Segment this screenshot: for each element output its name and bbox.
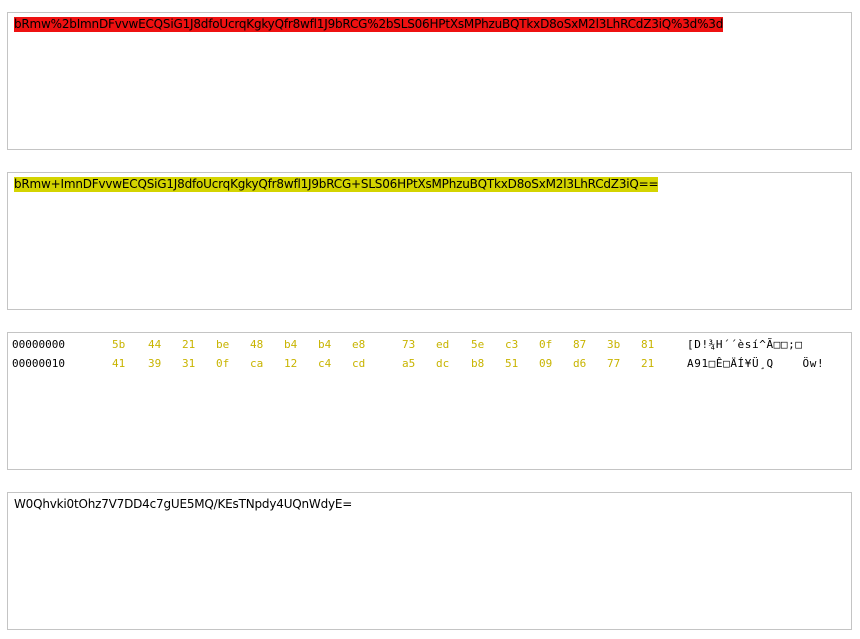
hex-byte: 87 xyxy=(573,338,587,351)
converter-page: bRmw%2bImnDFvvwECQSiG1J8dfoUcrqKgkyQfr8w… xyxy=(0,0,860,639)
hex-byte: 5b xyxy=(112,338,126,351)
hex-row: 00000010 A91□Ê□ÄÍ¥Ü¸Q Öw! 41 39 31 0f ca 12 c4… xyxy=(12,356,847,372)
hex-byte: ca xyxy=(250,357,264,370)
hex-byte: 5e xyxy=(471,338,485,351)
hex-byte: 44 xyxy=(148,338,162,351)
hex-byte: 09 xyxy=(539,357,553,370)
hex-byte: dc xyxy=(436,357,450,370)
hex-ascii: A91□Ê□ÄÍ¥Ü¸Q Öw! xyxy=(687,357,825,370)
hex-byte: 21 xyxy=(182,338,196,351)
hex-byte: 51 xyxy=(505,357,519,370)
hex-offset: 00000000 xyxy=(12,338,65,351)
hex-offset: 00000010 xyxy=(12,357,65,370)
hex-byte: cd xyxy=(352,357,366,370)
hex-byte: 73 xyxy=(402,338,416,351)
hex-byte: 48 xyxy=(250,338,264,351)
hex-byte: d6 xyxy=(573,357,587,370)
hex-byte: c4 xyxy=(318,357,332,370)
hex-byte: 3b xyxy=(607,338,621,351)
hex-dump-view[interactable]: 00000000 [D!¾H´´èsí^Ã□□;□ 5b 44 21 be 48 b4 b4… xyxy=(7,332,852,470)
hex-byte: b4 xyxy=(318,338,332,351)
hex-byte: 77 xyxy=(607,357,621,370)
url-encoded-text: bRmw%2bImnDFvvwECQSiG1J8dfoUcrqKgkyQfr8w… xyxy=(14,17,724,32)
hex-byte: 21 xyxy=(641,357,655,370)
hex-byte: 12 xyxy=(284,357,298,370)
hex-byte: be xyxy=(216,338,230,351)
output-textbox[interactable]: W0Qhvki0tOhz7V7DD4c7gUE5MQ/KEsTNpdy4UQnW… xyxy=(7,492,852,630)
hex-byte: e8 xyxy=(352,338,366,351)
hex-ascii: [D!¾H´´èsí^Ã□□;□ xyxy=(687,338,803,351)
hex-row: 00000000 [D!¾H´´èsí^Ã□□;□ 5b 44 21 be 48 b4 b4… xyxy=(12,337,847,353)
hex-byte: 81 xyxy=(641,338,655,351)
hex-byte: c3 xyxy=(505,338,519,351)
hex-byte: 39 xyxy=(148,357,162,370)
url-encoded-textbox[interactable]: bRmw%2bImnDFvvwECQSiG1J8dfoUcrqKgkyQfr8w… xyxy=(7,12,852,150)
hex-byte: b4 xyxy=(284,338,298,351)
hex-byte: 31 xyxy=(182,357,196,370)
hex-byte: 0f xyxy=(216,357,230,370)
hex-byte: b8 xyxy=(471,357,485,370)
hex-byte: 0f xyxy=(539,338,553,351)
hex-byte: 41 xyxy=(112,357,126,370)
hex-byte: ed xyxy=(436,338,450,351)
output-text: W0Qhvki0tOhz7V7DD4c7gUE5MQ/KEsTNpdy4UQnW… xyxy=(14,497,353,511)
base64-textbox[interactable]: bRmw+ImnDFvvwECQSiG1J8dfoUcrqKgkyQfr8wfl… xyxy=(7,172,852,310)
base64-text: bRmw+ImnDFvvwECQSiG1J8dfoUcrqKgkyQfr8wfl… xyxy=(14,177,659,192)
hex-byte: a5 xyxy=(402,357,416,370)
